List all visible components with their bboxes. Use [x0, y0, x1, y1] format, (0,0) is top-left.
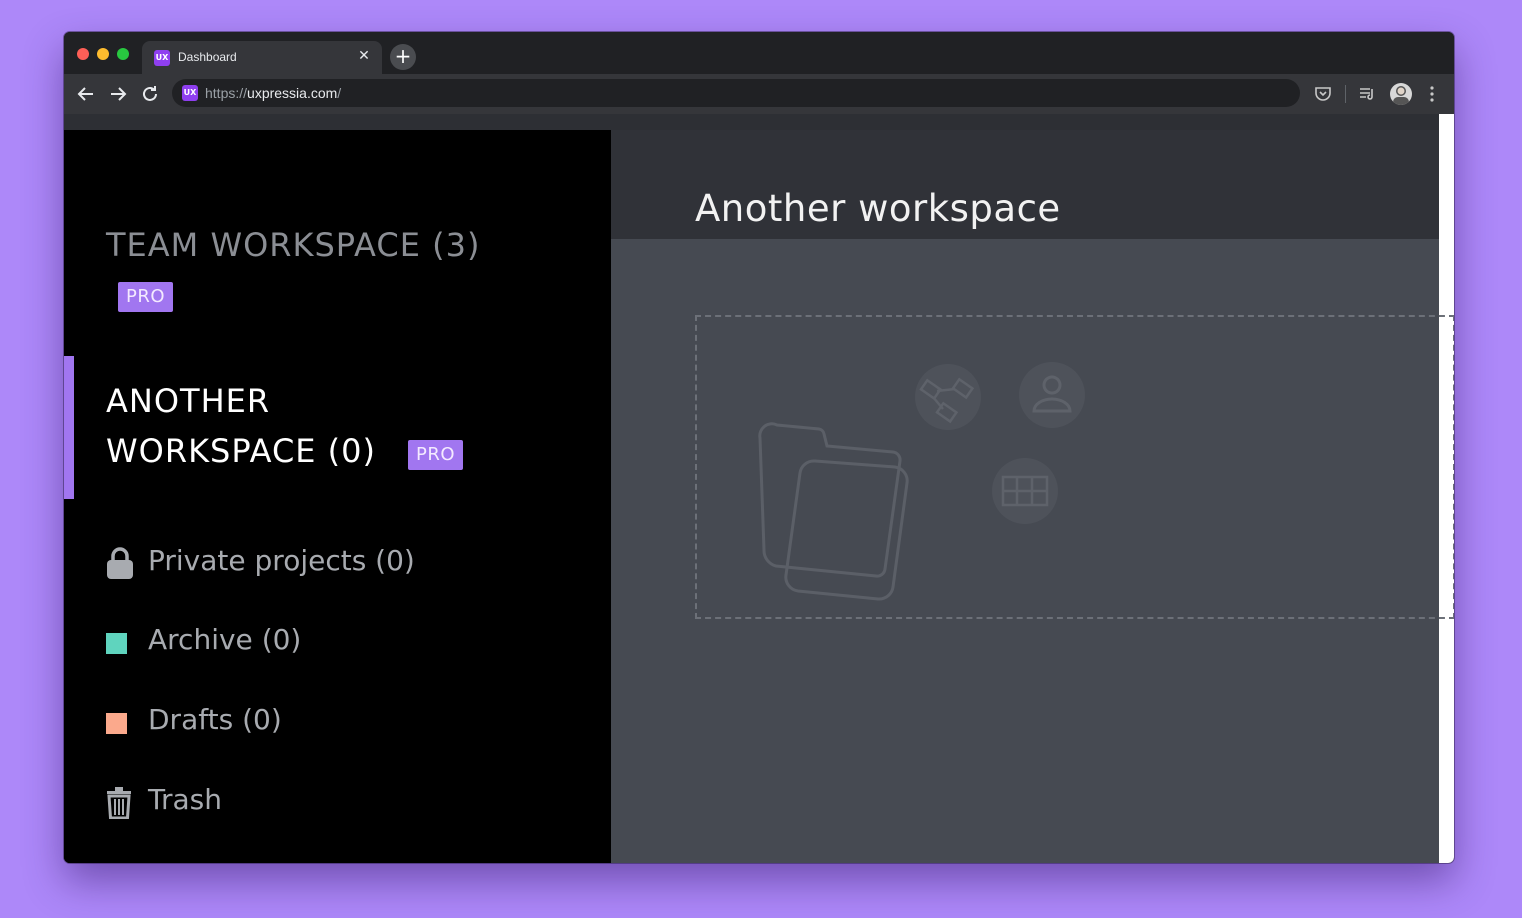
- reload-icon[interactable]: [138, 82, 162, 106]
- toolbar-separator: [1345, 85, 1346, 103]
- pro-badge: PRO: [408, 440, 464, 470]
- page-viewport: TEAM WORKSPACE (3) PRO ANOTHER WORKSPACE…: [64, 114, 1454, 863]
- folder-icon: [758, 422, 909, 601]
- hierarchy-icon: [915, 364, 981, 430]
- site-favicon-icon: UX: [182, 85, 198, 101]
- lock-icon: [106, 546, 134, 584]
- archive-color-square: [106, 633, 127, 654]
- back-arrow-icon[interactable]: [74, 82, 98, 106]
- workspace-header: Another workspace: [611, 130, 1439, 239]
- empty-state-illustration: [758, 362, 1085, 601]
- new-tab-button[interactable]: +: [390, 44, 416, 70]
- trash-icon: [106, 787, 132, 823]
- workspace-main: Another workspace: [611, 130, 1454, 863]
- minimize-window-button[interactable]: [97, 48, 109, 60]
- page-title: Another workspace: [695, 186, 1061, 230]
- persona-icon: [1019, 362, 1085, 428]
- sidebar-item-label: Archive (0): [148, 623, 302, 656]
- top-strip: [64, 114, 1439, 130]
- workspace-sidebar: TEAM WORKSPACE (3) PRO ANOTHER WORKSPACE…: [64, 130, 611, 863]
- browser-window: UX Dashboard ✕ + UX https://uxpressia.co…: [64, 32, 1454, 863]
- uxpressia-favicon-icon: UX: [154, 50, 170, 66]
- tab-title: Dashboard: [178, 50, 237, 64]
- more-menu-icon[interactable]: [1420, 82, 1444, 106]
- pocket-icon[interactable]: [1311, 82, 1335, 106]
- pro-badge: PRO: [118, 282, 174, 312]
- table-icon: [992, 458, 1058, 524]
- tab-dashboard[interactable]: UX Dashboard ✕: [142, 41, 382, 74]
- forward-arrow-icon[interactable]: [106, 82, 130, 106]
- tab-strip: UX Dashboard ✕ +: [64, 32, 1454, 74]
- active-indicator: [64, 356, 74, 499]
- sidebar-item-label: Drafts (0): [148, 703, 282, 736]
- workspace-team[interactable]: TEAM WORKSPACE (3): [106, 226, 480, 264]
- tab-close-icon[interactable]: ✕: [356, 48, 372, 64]
- browser-toolbar: UX https://uxpressia.com/: [64, 74, 1454, 114]
- sidebar-item-label: Private projects (0): [148, 544, 415, 577]
- workspace-another-line1[interactable]: ANOTHER: [106, 382, 270, 420]
- url-text[interactable]: https://uxpressia.com/: [205, 85, 341, 101]
- sidebar-item-label: Trash: [148, 783, 222, 816]
- empty-projects-dropzone[interactable]: [695, 315, 1454, 619]
- media-queue-icon[interactable]: [1355, 82, 1379, 106]
- drafts-color-square: [106, 713, 127, 734]
- address-bar[interactable]: UX https://uxpressia.com/: [172, 79, 1300, 107]
- workspace-another-line2[interactable]: WORKSPACE (0): [106, 432, 376, 470]
- profile-avatar[interactable]: [1390, 83, 1412, 105]
- maximize-window-button[interactable]: [117, 48, 129, 60]
- close-window-button[interactable]: [77, 48, 89, 60]
